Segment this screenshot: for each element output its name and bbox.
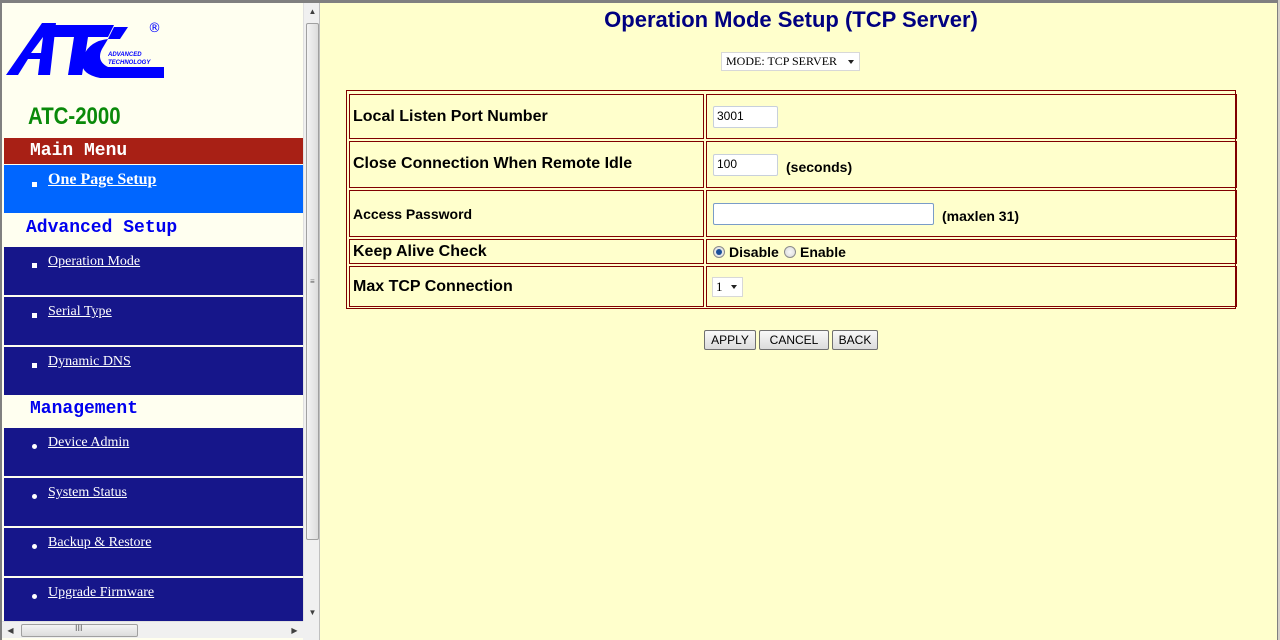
access-password-input[interactable] <box>713 203 934 225</box>
table-cell-label: Access Password <box>349 190 704 237</box>
table-cell-value: 1 <box>706 266 1237 307</box>
chevron-down-icon <box>731 285 737 289</box>
nav-link-one-page-setup[interactable]: One Page Setup <box>48 171 156 189</box>
scroll-left-arrow-icon[interactable]: ◀ <box>2 622 19 639</box>
square-bullet-icon <box>32 263 37 268</box>
horizontal-scrollbar[interactable]: ◀ III ▶ <box>2 621 303 638</box>
nav-item-system-status[interactable]: System Status <box>4 478 303 526</box>
nav-item-operation-mode[interactable]: Operation Mode <box>4 247 303 295</box>
keep-alive-enable-label[interactable]: Enable <box>800 244 846 260</box>
device-model: ATC-2000 <box>28 103 121 130</box>
logo-tagline-2: TECHNOLOGY <box>108 60 151 66</box>
atc-logo: ADVANCED TECHNOLOGY ® <box>6 21 164 78</box>
access-password-label: Access Password <box>353 206 473 222</box>
keep-alive-disable-label[interactable]: Disable <box>729 244 779 260</box>
chevron-down-icon <box>848 60 854 64</box>
table-row-idle-timeout: Close Connection When Remote Idle 100 (s… <box>349 141 1237 188</box>
keep-alive-disable-radio[interactable] <box>713 246 725 258</box>
table-cell-label: Close Connection When Remote Idle <box>349 141 704 188</box>
nav-link-device-admin[interactable]: Device Admin <box>48 435 129 451</box>
nav-item-backup-restore[interactable]: Backup & Restore <box>4 528 303 576</box>
logo-letter-c <box>82 39 164 78</box>
navigation-frame: ADVANCED TECHNOLOGY ® ATC-2000 Main Menu… <box>2 3 320 640</box>
local-port-input[interactable]: 3001 <box>713 106 778 128</box>
vertical-scroll-thumb[interactable]: ≡ <box>306 23 319 540</box>
main-menu-header: Main Menu <box>4 138 303 164</box>
nav-link-dynamic-dns[interactable]: Dynamic DNS <box>48 354 131 370</box>
nav-item-upgrade-firmware[interactable]: Upgrade Firmware <box>4 578 303 621</box>
nav-item-one-page-setup[interactable]: One Page Setup <box>4 165 303 213</box>
keep-alive-label: Keep Alive Check <box>353 243 487 260</box>
registered-mark: ® <box>148 21 161 36</box>
nav-item-device-admin[interactable]: Device Admin <box>4 428 303 476</box>
scroll-grip-icon: ≡ <box>310 277 315 286</box>
main-frame: Operation Mode Setup (TCP Server) MODE: … <box>321 3 1277 640</box>
nav-link-backup-restore[interactable]: Backup & Restore <box>48 535 151 551</box>
scroll-right-arrow-icon[interactable]: ▶ <box>286 622 303 639</box>
table-row-keep-alive: Keep Alive Check Disable Enable <box>349 239 1237 264</box>
square-bullet-icon <box>32 363 37 368</box>
advanced-setup-title: Advanced Setup <box>26 218 178 238</box>
idle-timeout-input[interactable]: 100 <box>713 154 778 176</box>
scrollbar-corner <box>303 621 319 640</box>
management-title: Management <box>30 399 139 419</box>
settings-table: Local Listen Port Number 3001 Close Conn… <box>346 90 1237 309</box>
table-cell-label: Keep Alive Check <box>349 239 704 264</box>
mode-select-value: MODE: TCP SERVER <box>726 54 838 68</box>
horizontal-scroll-thumb[interactable]: III <box>21 623 138 637</box>
nav-link-operation-mode[interactable]: Operation Mode <box>48 254 140 270</box>
cancel-button[interactable]: CANCEL <box>759 330 829 350</box>
table-cell-value: (maxlen 31) <box>706 190 1237 237</box>
round-bullet-icon <box>32 494 37 499</box>
back-button[interactable]: BACK <box>832 330 878 350</box>
password-maxlen-hint: (maxlen 31) <box>942 208 1020 224</box>
table-cell-label: Max TCP Connection <box>349 266 704 307</box>
apply-button[interactable]: APPLY <box>704 330 756 350</box>
square-bullet-icon <box>32 313 37 318</box>
scroll-grip-icon: III <box>75 623 83 633</box>
table-row-max-tcp: Max TCP Connection 1 <box>349 266 1237 307</box>
table-cell-value: Disable Enable <box>706 239 1237 264</box>
nav-item-dynamic-dns[interactable]: Dynamic DNS <box>4 347 303 395</box>
scroll-up-arrow-icon[interactable]: ▲ <box>304 3 319 20</box>
nav-item-serial-type[interactable]: Serial Type <box>4 297 303 345</box>
idle-timeout-unit: (seconds) <box>786 159 853 175</box>
table-row-access-password: Access Password (maxlen 31) <box>349 190 1237 237</box>
table-cell-label: Local Listen Port Number <box>349 94 704 139</box>
round-bullet-icon <box>32 594 37 599</box>
vertical-scrollbar[interactable]: ▲ ≡ ▼ <box>303 3 319 621</box>
max-tcp-label: Max TCP Connection <box>353 278 513 295</box>
mode-select[interactable]: MODE: TCP SERVER <box>721 52 860 71</box>
round-bullet-icon <box>32 544 37 549</box>
page-title: Operation Mode Setup (TCP Server) <box>604 7 978 32</box>
round-bullet-icon <box>32 444 37 449</box>
table-cell-value: 3001 <box>706 94 1237 139</box>
table-row-local-port: Local Listen Port Number 3001 <box>349 94 1237 139</box>
max-tcp-select[interactable]: 1 <box>712 277 743 297</box>
square-bullet-icon <box>32 182 37 187</box>
nav-link-serial-type[interactable]: Serial Type <box>48 304 112 320</box>
idle-timeout-label[interactable]: Close Connection When Remote Idle <box>353 155 632 173</box>
local-port-label: Local Listen Port Number <box>353 108 548 125</box>
nav-link-upgrade-firmware[interactable]: Upgrade Firmware <box>48 585 154 601</box>
scroll-down-arrow-icon[interactable]: ▼ <box>304 604 319 621</box>
logo-tagline-1: ADVANCED <box>107 52 142 58</box>
navigation-content: ADVANCED TECHNOLOGY ® ATC-2000 Main Menu… <box>2 3 303 621</box>
keep-alive-enable-radio[interactable] <box>784 246 796 258</box>
table-cell-value: 100 (seconds) <box>706 141 1237 188</box>
nav-link-system-status[interactable]: System Status <box>48 485 127 501</box>
max-tcp-select-value: 1 <box>716 279 723 294</box>
